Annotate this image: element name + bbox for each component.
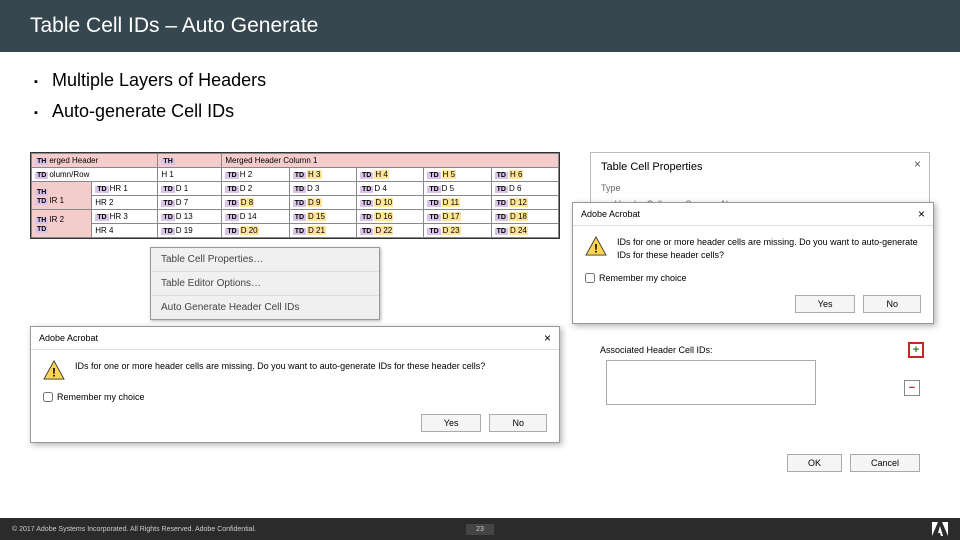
bullet-item: Multiple Layers of Headers — [30, 70, 930, 91]
assoc-list-box[interactable] — [606, 360, 816, 405]
add-icon[interactable]: + — [908, 342, 924, 358]
type-label: Type — [601, 183, 621, 193]
assoc-header-label: Associated Header Cell IDs: — [600, 345, 713, 355]
dialog-title: Adobe Acrobat — [581, 209, 640, 219]
no-button[interactable]: No — [863, 295, 921, 313]
footer-bar: © 2017 Adobe Systems Incorporated. All R… — [0, 518, 960, 540]
close-icon[interactable]: × — [544, 331, 551, 345]
dialog-title: Adobe Acrobat — [39, 333, 98, 343]
yes-button[interactable]: Yes — [795, 295, 856, 313]
dialog-message: IDs for one or more header cells are mis… — [617, 236, 921, 261]
close-icon[interactable]: × — [918, 207, 925, 221]
close-icon[interactable]: × — [914, 157, 921, 171]
adobe-logo-icon — [932, 522, 948, 536]
ok-button[interactable]: OK — [787, 454, 842, 472]
left-column: THerged Header TH Merged Header Column 1… — [30, 152, 560, 492]
cancel-button[interactable]: Cancel — [850, 454, 920, 472]
ctx-item-editor-opts[interactable]: Table Editor Options… — [151, 272, 379, 296]
warning-icon: ! — [585, 236, 607, 256]
svg-text:!: ! — [52, 365, 56, 379]
copyright-text: © 2017 Adobe Systems Incorporated. All R… — [12, 526, 256, 533]
tagged-table-preview: THerged Header TH Merged Header Column 1… — [30, 152, 560, 239]
right-column: × Table Cell Properties Type ○Header Cel… — [590, 152, 930, 492]
ctx-item-auto-generate[interactable]: Auto Generate Header Cell IDs — [151, 296, 379, 319]
slide-title-bar: Table Cell IDs – Auto Generate — [0, 0, 960, 52]
remember-label: Remember my choice — [57, 392, 145, 402]
content-area: Multiple Layers of Headers Auto-generate… — [0, 52, 960, 492]
panel-title: Table Cell Properties — [601, 161, 919, 173]
bullet-item: Auto-generate Cell IDs — [30, 101, 930, 122]
warning-icon: ! — [43, 360, 65, 380]
confirm-dialog-right: Adobe Acrobat × ! IDs for one or more he… — [572, 202, 934, 324]
yes-button[interactable]: Yes — [421, 414, 482, 432]
remember-label: Remember my choice — [599, 273, 687, 283]
confirm-dialog-left: Adobe Acrobat × ! IDs for one or more he… — [30, 326, 560, 443]
svg-text:!: ! — [594, 241, 598, 255]
slide-title: Table Cell IDs – Auto Generate — [30, 14, 318, 37]
context-menu: Table Cell Properties… Table Editor Opti… — [150, 247, 380, 320]
remember-checkbox[interactable] — [585, 273, 595, 283]
page-number: 23 — [466, 524, 494, 535]
bullet-list: Multiple Layers of Headers Auto-generate… — [30, 70, 930, 122]
ctx-item-cell-props[interactable]: Table Cell Properties… — [151, 248, 379, 272]
remember-checkbox[interactable] — [43, 392, 53, 402]
no-button[interactable]: No — [489, 414, 547, 432]
dialog-message: IDs for one or more header cells are mis… — [75, 360, 485, 380]
remove-icon[interactable]: − — [904, 380, 920, 396]
